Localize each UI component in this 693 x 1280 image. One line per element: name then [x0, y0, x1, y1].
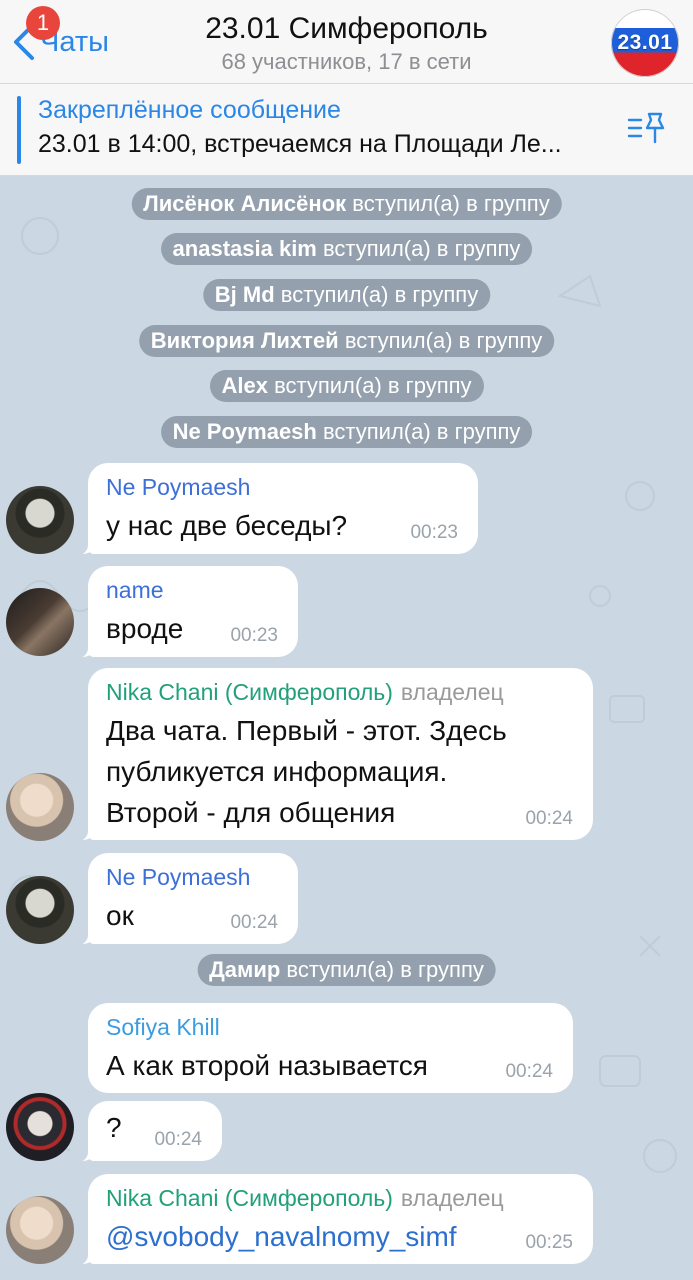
message-line: публикуется информация.	[106, 756, 448, 787]
sender-name[interactable]: Nika Chani (Симферополь)	[106, 1185, 393, 1211]
service-message: Ne Poymaesh вступил(а) в группу	[160, 416, 533, 448]
service-message: Дамир вступил(а) в группу	[197, 954, 496, 986]
message-time: 00:23	[410, 522, 458, 543]
avatar[interactable]	[6, 588, 74, 656]
service-user-name: Дамир	[209, 957, 281, 982]
message-time: 00:24	[505, 1061, 553, 1082]
sender-role: владелец	[400, 1185, 504, 1211]
channel-mention-link[interactable]: @svobody_navalnomy_simf	[106, 1216, 573, 1257]
message-sender[interactable]: Ne Poymaesh	[106, 863, 278, 891]
sender-role: владелец	[400, 679, 504, 705]
service-user-name: anastasia kim	[172, 236, 317, 261]
service-action: вступил(а) в группу	[322, 236, 521, 261]
message-text: Два чата. Первый - этот. Здесь публикует…	[106, 710, 573, 833]
pinned-list-icon[interactable]	[627, 110, 667, 146]
service-user-name: Alex	[221, 373, 268, 398]
service-user-name: Виктория Лихтей	[150, 328, 339, 353]
message-line: Два чата. Первый - этот. Здесь	[106, 715, 507, 746]
sender-name[interactable]: Nika Chani (Симферополь)	[106, 679, 393, 705]
message-bubble[interactable]: ? 00:24	[70, 1101, 222, 1162]
message-bubble[interactable]: Nika Chani (Симферополь) владелец @svobod…	[70, 1174, 593, 1265]
sender-name[interactable]: Ne Poymaesh	[106, 474, 250, 500]
message-time: 00:24	[230, 912, 278, 933]
sender-name[interactable]: name	[106, 577, 164, 603]
avatar[interactable]	[6, 773, 74, 841]
avatar[interactable]	[6, 1093, 74, 1161]
unread-badge: 1	[26, 6, 60, 40]
message-text: А как второй называется	[106, 1050, 428, 1081]
service-message: Лисёнок Алисёнок вступил(а) в группу	[131, 188, 562, 220]
chat-header: Чаты 1 23.01 Симферополь 68 участников, …	[0, 0, 693, 84]
group-avatar[interactable]: 23.01	[611, 9, 679, 77]
message-time: 00:25	[525, 1232, 573, 1253]
message-sender[interactable]: Nika Chani (Симферополь) владелец	[106, 678, 573, 706]
service-message: anastasia kim вступил(а) в группу	[160, 233, 533, 265]
service-action: вступил(а) в группу	[352, 191, 550, 216]
service-message: Виктория Лихтей вступил(а) в группу	[138, 325, 555, 357]
pinned-title: Закреплённое сообщение	[38, 96, 341, 124]
service-user-name: Ne Poymaesh	[172, 419, 317, 444]
service-action: вступил(а) в группу	[286, 957, 484, 982]
service-user-name: Bj Md	[214, 282, 275, 307]
pinned-accent-bar	[17, 96, 21, 164]
message-bubble[interactable]: name вроде 00:23	[70, 566, 298, 658]
message-text: у нас две беседы?	[106, 510, 348, 541]
message-bubble[interactable]: Nika Chani (Симферополь) владелец Два чат…	[70, 668, 593, 841]
sender-name[interactable]: Ne Poymaesh	[106, 864, 250, 890]
message-time: 00:24	[525, 808, 573, 829]
avatar[interactable]	[6, 876, 74, 944]
message-list[interactable]: Лисёнок Алисёнок вступил(а) в группу ana…	[0, 176, 693, 1280]
service-action: вступил(а) в группу	[322, 419, 521, 444]
service-message: Bj Md вступил(а) в группу	[202, 279, 491, 311]
chat-subtitle: 68 участников, 17 в сети	[221, 49, 472, 74]
message-bubble[interactable]: Sofiya Khill А как второй называется 00:…	[88, 1003, 573, 1093]
message-sender[interactable]: Ne Poymaesh	[106, 473, 458, 501]
message-time: 00:23	[230, 625, 278, 646]
service-action: вступил(а) в группу	[280, 282, 479, 307]
service-action: вступил(а) в группу	[344, 328, 543, 353]
service-message: Alex вступил(а) в группу	[209, 370, 484, 402]
avatar[interactable]	[6, 1196, 74, 1264]
message-sender[interactable]: name	[106, 576, 278, 604]
pinned-message[interactable]: Закреплённое сообщение 23.01 в 14:00, вс…	[0, 84, 693, 176]
message-bubble[interactable]: Ne Poymaesh у нас две беседы? 00:23	[70, 463, 478, 555]
avatar[interactable]	[6, 486, 74, 554]
message-bubble[interactable]: Ne Poymaesh ок 00:24	[70, 853, 298, 945]
service-action: вступил(а) в группу	[274, 373, 472, 398]
chat-title[interactable]: 23.01 Симферополь	[150, 10, 543, 48]
group-avatar-text: 23.01	[617, 31, 673, 54]
message-time: 00:24	[154, 1129, 202, 1150]
chat-title-block[interactable]: 23.01 Симферополь 68 участников, 17 в се…	[150, 10, 543, 75]
sender-name[interactable]: Sofiya Khill	[106, 1014, 220, 1040]
message-line: Второй - для общения	[106, 797, 396, 828]
service-user-name: Лисёнок Алисёнок	[143, 191, 347, 216]
pinned-text: 23.01 в 14:00, встречаемся на Площади Ле…	[38, 130, 562, 158]
message-sender[interactable]: Nika Chani (Симферополь) владелец	[106, 1184, 573, 1212]
message-sender[interactable]: Sofiya Khill	[106, 1013, 553, 1041]
